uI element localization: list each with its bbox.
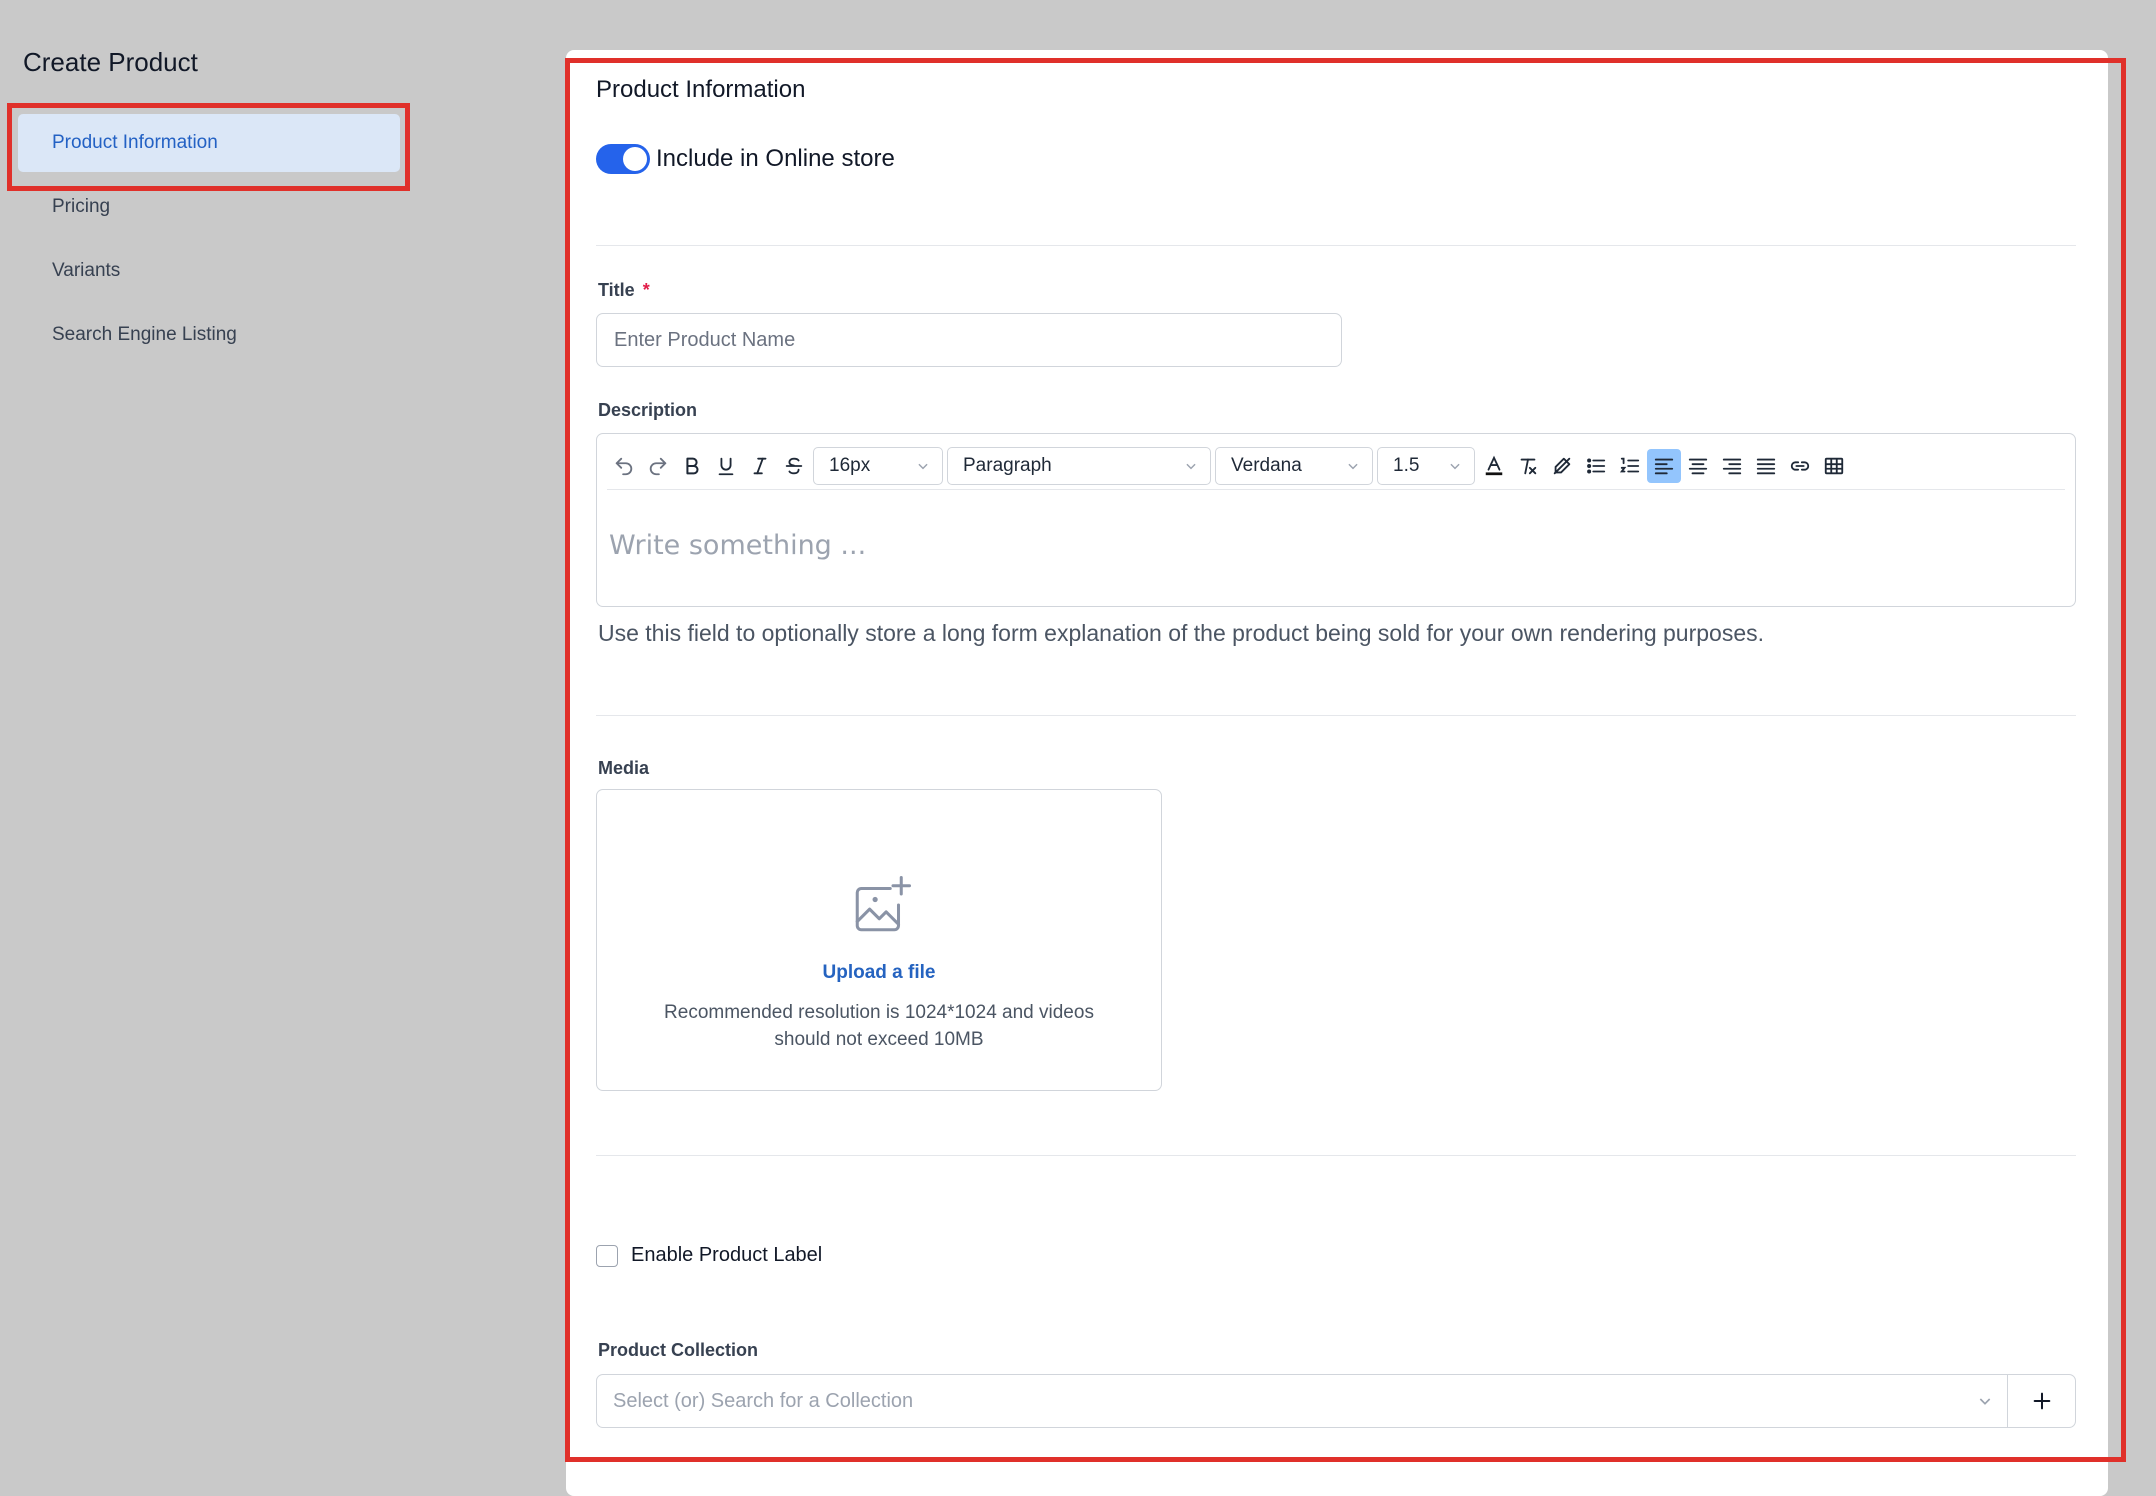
media-label: Media bbox=[598, 758, 650, 778]
sidebar-nav: Product Information Pricing Variants Sea… bbox=[18, 114, 400, 370]
app-title: Create Product bbox=[23, 47, 198, 77]
link-icon[interactable] bbox=[1783, 449, 1817, 483]
online-store-toggle-label: Include in Online store bbox=[656, 145, 895, 172]
align-right-icon[interactable] bbox=[1715, 449, 1749, 483]
highlight-clear-icon[interactable] bbox=[1545, 449, 1579, 483]
editor-toolbar: 16px Paragraph Verdana 1.5 bbox=[607, 444, 2065, 490]
numbered-list-icon[interactable] bbox=[1613, 449, 1647, 483]
chevron-down-icon bbox=[1186, 463, 1196, 469]
enable-product-label-text: Enable Product Label bbox=[631, 1244, 823, 1266]
title-input[interactable] bbox=[596, 313, 1342, 367]
title-label-text: Title bbox=[598, 280, 635, 300]
underline-icon[interactable] bbox=[709, 449, 743, 483]
divider bbox=[596, 245, 2076, 246]
description-help-text: Use this field to optionally store a lon… bbox=[598, 620, 1765, 646]
align-center-icon[interactable] bbox=[1681, 449, 1715, 483]
line-height-value: 1.5 bbox=[1393, 454, 1420, 476]
sidebar-item-label: Pricing bbox=[52, 196, 111, 217]
product-collection-label: Product Collection bbox=[598, 1340, 759, 1360]
product-collection-select: Select (or) Search for a Collection bbox=[596, 1374, 2076, 1428]
chevron-down-icon bbox=[918, 463, 928, 469]
required-mark: * bbox=[642, 280, 650, 300]
online-store-toggle-row: Include in Online store bbox=[596, 144, 895, 174]
chevron-down-icon bbox=[1450, 463, 1460, 469]
clear-format-icon[interactable] bbox=[1511, 449, 1545, 483]
redo-icon[interactable] bbox=[641, 449, 675, 483]
text-color-icon[interactable] bbox=[1477, 449, 1511, 483]
table-icon[interactable] bbox=[1817, 449, 1851, 483]
block-format-select[interactable]: Paragraph bbox=[947, 446, 1211, 485]
align-justify-icon[interactable] bbox=[1749, 449, 1783, 483]
add-collection-button[interactable] bbox=[2007, 1375, 2075, 1427]
sidebar-item-label: Search Engine Listing bbox=[52, 324, 237, 345]
strikethrough-icon[interactable] bbox=[777, 449, 811, 483]
font-size-select[interactable]: 16px bbox=[813, 446, 943, 485]
font-size-value: 16px bbox=[829, 454, 871, 476]
divider bbox=[596, 715, 2076, 716]
section-title: Product Information bbox=[596, 76, 806, 103]
bold-icon[interactable] bbox=[675, 449, 709, 483]
undo-icon[interactable] bbox=[607, 449, 641, 483]
font-family-value: Verdana bbox=[1231, 454, 1302, 476]
line-height-select[interactable]: 1.5 bbox=[1377, 446, 1475, 485]
toggle-knob bbox=[623, 147, 647, 171]
block-format-value: Paragraph bbox=[963, 454, 1052, 476]
upload-file-link[interactable]: Upload a file bbox=[597, 962, 1161, 984]
image-add-icon bbox=[855, 875, 912, 932]
description-editor-area[interactable]: Write something ... bbox=[609, 530, 866, 561]
title-label: Title * bbox=[598, 280, 650, 301]
product-label-row: Enable Product Label bbox=[596, 1244, 822, 1267]
media-dropzone[interactable]: Upload a file Recommended resolution is … bbox=[596, 789, 1162, 1091]
description-editor: 16px Paragraph Verdana 1.5 Write somethi… bbox=[596, 433, 2076, 607]
enable-product-label-checkbox[interactable] bbox=[596, 1244, 618, 1267]
product-information-panel: Product Information Include in Online st… bbox=[566, 50, 2108, 1496]
sidebar-item-search-engine-listing[interactable]: Search Engine Listing bbox=[18, 306, 400, 364]
font-family-select[interactable]: Verdana bbox=[1215, 446, 1373, 485]
description-label: Description bbox=[598, 400, 698, 420]
sidebar-item-product-information[interactable]: Product Information bbox=[18, 114, 400, 172]
sidebar-item-label: Product Information bbox=[52, 132, 218, 153]
bullet-list-icon[interactable] bbox=[1579, 449, 1613, 483]
chevron-down-icon bbox=[1348, 463, 1358, 469]
align-left-icon[interactable] bbox=[1647, 448, 1681, 483]
plus-icon bbox=[2033, 1392, 2050, 1410]
sidebar-item-label: Variants bbox=[52, 260, 121, 281]
italic-icon[interactable] bbox=[743, 449, 777, 483]
divider bbox=[596, 1155, 2076, 1156]
sidebar-item-pricing[interactable]: Pricing bbox=[18, 178, 400, 236]
online-store-toggle[interactable] bbox=[596, 144, 650, 174]
media-hint: Recommended resolution is 1024*1024 and … bbox=[664, 1002, 1094, 1050]
collection-placeholder: Select (or) Search for a Collection bbox=[613, 1389, 914, 1412]
chevron-down-icon bbox=[1979, 1398, 1991, 1405]
collection-search-input[interactable]: Select (or) Search for a Collection bbox=[597, 1375, 2007, 1427]
sidebar-item-variants[interactable]: Variants bbox=[18, 242, 400, 300]
